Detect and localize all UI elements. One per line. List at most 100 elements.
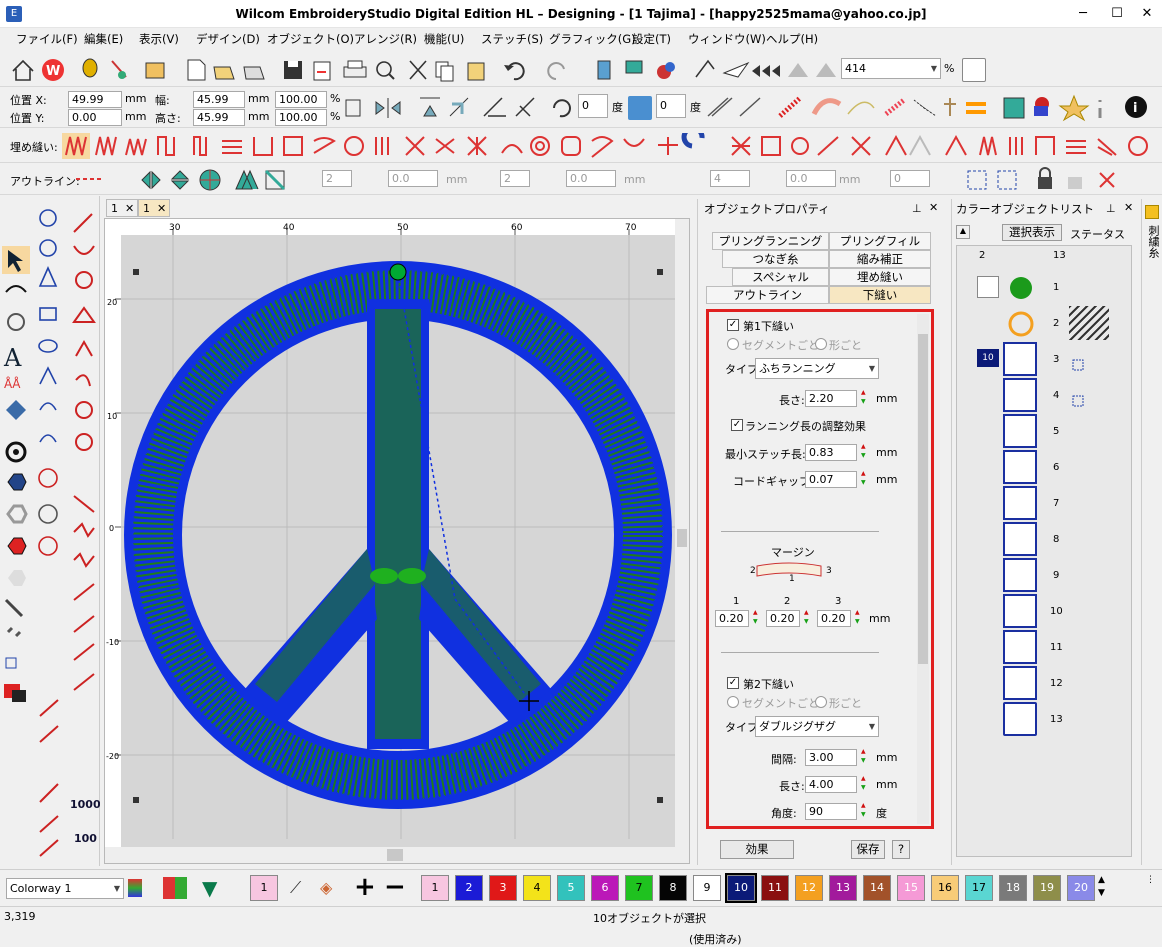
menu-design[interactable]: デザイン(D) xyxy=(196,31,260,47)
object-13-cell[interactable] xyxy=(1003,702,1037,736)
remove-color-icon[interactable]: − xyxy=(384,874,408,900)
outline-value-7[interactable]: 0 xyxy=(890,170,930,187)
scale-height-field[interactable]: 100.00 xyxy=(275,109,327,126)
current-color-swatch[interactable]: 1 xyxy=(250,875,278,901)
effects-button[interactable]: 効果 xyxy=(720,840,794,859)
first-length-spinner[interactable] xyxy=(859,389,871,407)
first-underlay-checkbox[interactable]: ✓ xyxy=(727,319,739,331)
tab-outline[interactable]: アウトライン xyxy=(706,286,829,304)
min-stitch-spinner[interactable] xyxy=(859,443,871,461)
slant-angle-field[interactable]: 0 xyxy=(656,94,686,118)
tab-fill[interactable]: 埋め縫い xyxy=(829,268,931,286)
thread-dock-tab[interactable]: 刺繍糸 xyxy=(1141,199,1162,865)
palette-scroll-icon[interactable]: ▲ ▼ xyxy=(1098,874,1118,902)
group-10-icon[interactable]: 10 xyxy=(977,349,999,367)
object-5-cell[interactable] xyxy=(1003,414,1037,448)
thread-swatch-20[interactable]: 20 xyxy=(1067,875,1095,901)
outline-value-6[interactable]: 0.0 xyxy=(786,170,836,187)
tab-special[interactable]: スペシャル xyxy=(732,268,829,286)
outline-value-4[interactable]: 0.0 xyxy=(566,170,616,187)
object-8-cell[interactable] xyxy=(1003,522,1037,556)
pos-x-field[interactable]: 49.99 xyxy=(68,91,122,108)
angle-spinner[interactable] xyxy=(859,802,871,820)
tab-underlay[interactable]: 下縫い xyxy=(829,286,931,304)
thread-swatch-16[interactable]: 16 xyxy=(931,875,959,901)
add-color-icon[interactable]: + xyxy=(354,874,378,900)
menu-window[interactable]: ウィンドウ(W) xyxy=(688,31,766,47)
palette-menu-icon[interactable]: ⋮ xyxy=(1146,874,1160,902)
first-type-select[interactable]: ふちランニング ▼ xyxy=(755,358,879,379)
maximize-button[interactable]: ☐ xyxy=(1102,0,1132,28)
object-4-cell[interactable] xyxy=(1003,378,1037,412)
color-set-icon[interactable] xyxy=(163,877,187,899)
outline-extra-icons[interactable] xyxy=(964,167,1124,193)
menu-help[interactable]: ヘルプ(H) xyxy=(766,31,818,47)
thread-swatch-5[interactable]: 5 xyxy=(557,875,585,901)
second-shape-radio[interactable] xyxy=(815,696,827,708)
width-field[interactable]: 45.99 xyxy=(193,91,245,108)
angle-field[interactable]: 90 xyxy=(805,803,857,820)
spacing-field[interactable]: 3.00 xyxy=(805,749,857,766)
object-6-cell[interactable] xyxy=(1003,450,1037,484)
margin-2-field[interactable]: 0.20 xyxy=(766,610,800,627)
first-segment-radio[interactable] xyxy=(727,338,739,350)
thread-swatch-12[interactable]: 12 xyxy=(795,875,823,901)
chord-gap-field[interactable]: 0.07 xyxy=(805,471,857,488)
second-length-spinner[interactable] xyxy=(859,775,871,793)
spacing-spinner[interactable] xyxy=(859,748,871,766)
thread-swatch-14[interactable]: 14 xyxy=(863,875,891,901)
pin-icon[interactable]: ⊥ xyxy=(912,202,922,215)
color-object-tree[interactable]: 2 13 10 1 2 3 4 5 6 7 8 9 10 11 12 13 xyxy=(956,245,1132,857)
zoom-combo[interactable]: 414 ▼ xyxy=(841,58,941,79)
chord-gap-spinner[interactable] xyxy=(859,470,871,488)
tab-connector[interactable]: つなぎ糸 xyxy=(722,250,829,268)
object-12-cell[interactable] xyxy=(1003,666,1037,700)
doc-tab-2[interactable]: 1 ✕ xyxy=(138,199,170,217)
object-tool-icons[interactable]: i xyxy=(704,94,1159,122)
thread-swatch-19[interactable]: 19 xyxy=(1033,875,1061,901)
save-button[interactable]: 保存 xyxy=(851,840,885,859)
running-adjust-checkbox[interactable]: ✓ xyxy=(731,419,743,431)
margin-3-spinner[interactable] xyxy=(853,609,865,627)
doc-tab-2-close-icon[interactable]: ✕ xyxy=(157,202,166,215)
doc-tab-1[interactable]: 1 ✕ xyxy=(106,199,138,217)
thread-swatch-17[interactable]: 17 xyxy=(965,875,993,901)
pos-y-field[interactable]: 0.00 xyxy=(68,109,122,126)
first-length-field[interactable]: 2.20 xyxy=(805,390,857,407)
thread-swatch-15[interactable]: 15 xyxy=(897,875,925,901)
margin-1-field[interactable]: 0.20 xyxy=(715,610,749,627)
thread-swatch-18[interactable]: 18 xyxy=(999,875,1027,901)
second-underlay-checkbox[interactable]: ✓ xyxy=(727,677,739,689)
margin-2-spinner[interactable] xyxy=(802,609,814,627)
paint-bucket-icon[interactable]: ◈ xyxy=(320,878,344,900)
thread-swatch-8[interactable]: 8 xyxy=(659,875,687,901)
menu-stitch[interactable]: ステッチ(S) xyxy=(481,31,543,47)
colorlist-close-icon[interactable]: ✕ xyxy=(1124,201,1133,214)
minimize-button[interactable]: ─ xyxy=(1068,0,1098,28)
peace-sign-design[interactable] xyxy=(124,261,672,809)
menu-view[interactable]: 表示(V) xyxy=(139,31,179,47)
transform-icons[interactable] xyxy=(344,94,574,122)
menu-function[interactable]: 機能(U) xyxy=(424,31,464,47)
outline-style-icon[interactable] xyxy=(74,172,106,186)
rotate-angle-field[interactable]: 0 xyxy=(578,94,608,118)
margin-1-spinner[interactable] xyxy=(751,609,763,627)
second-type-select[interactable]: ダブルジグザグ ▼ xyxy=(755,716,879,737)
show-selected-button[interactable]: 選択表示 xyxy=(1002,224,1062,241)
design-canvas[interactable]: 30 40 50 60 70 20 10 0 -10 -20 xyxy=(104,218,690,864)
thread-swatch-3[interactable]: 3 xyxy=(489,875,517,901)
thread-swatch-11[interactable]: 11 xyxy=(761,875,789,901)
menu-graphic[interactable]: グラフィック(G) xyxy=(549,31,636,47)
outline-value-1[interactable]: 2 xyxy=(322,170,352,187)
toolbox-icons[interactable]: A ÅÅ 1000 100 xyxy=(0,196,100,866)
object-10-cell[interactable] xyxy=(1003,594,1037,628)
shirt-icon[interactable]: ▼ xyxy=(202,877,228,899)
colorway-icon[interactable] xyxy=(128,879,142,897)
first-shape-radio[interactable] xyxy=(815,338,827,350)
height-field[interactable]: 45.99 xyxy=(193,109,245,126)
second-segment-radio[interactable] xyxy=(727,696,739,708)
menu-file[interactable]: ファイル(F) xyxy=(16,31,78,47)
panel-close-icon[interactable]: ✕ xyxy=(929,201,938,214)
thread-swatch-13[interactable]: 13 xyxy=(829,875,857,901)
thread-swatch-2[interactable]: 2 xyxy=(455,875,483,901)
